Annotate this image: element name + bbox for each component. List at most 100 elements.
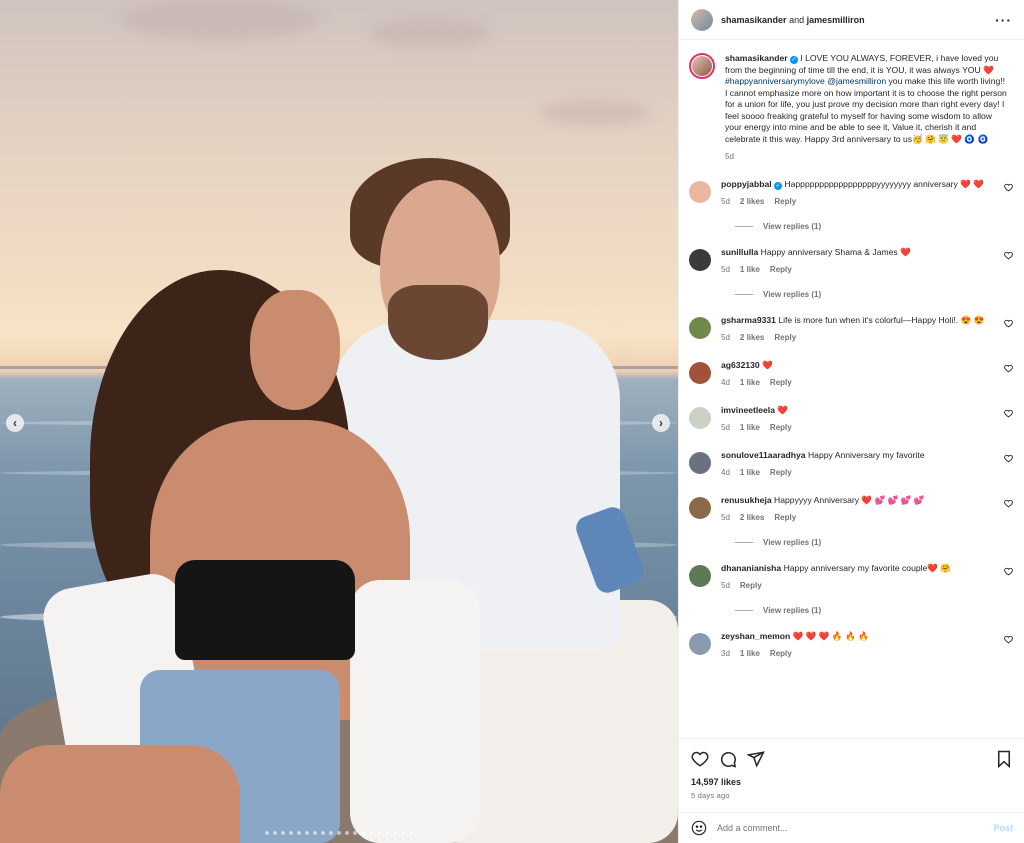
like-comment-heart-icon[interactable] bbox=[1004, 454, 1013, 463]
reply-button[interactable]: Reply bbox=[774, 512, 796, 524]
carousel-dot bbox=[345, 831, 349, 835]
woman-leg bbox=[0, 745, 240, 843]
comment-time: 5d bbox=[721, 513, 730, 522]
comment: sunillulla Happy anniversary Shama & Jam… bbox=[689, 247, 1013, 276]
commenter-avatar[interactable] bbox=[689, 361, 711, 384]
caption-time: 5d bbox=[725, 152, 734, 161]
reply-button[interactable]: Reply bbox=[770, 264, 792, 276]
like-comment-heart-icon[interactable] bbox=[1004, 567, 1013, 576]
like-comment-heart-icon[interactable] bbox=[1004, 364, 1013, 373]
comment-username[interactable]: sonulove11aaradhya bbox=[721, 450, 806, 460]
commenter-avatar[interactable] bbox=[689, 406, 711, 429]
coauthor-link[interactable]: jamesmilliron bbox=[807, 15, 865, 25]
commenter-avatar[interactable] bbox=[689, 496, 711, 519]
commenter-avatar[interactable] bbox=[689, 451, 711, 474]
replies-divider bbox=[735, 293, 753, 295]
like-comment-heart-icon[interactable] bbox=[1004, 319, 1013, 328]
comment-likes[interactable]: 1 like bbox=[740, 377, 760, 389]
verified-badge-icon: ✓ bbox=[774, 181, 783, 190]
comment-input[interactable] bbox=[717, 823, 994, 833]
like-comment-heart-icon[interactable] bbox=[1004, 409, 1013, 418]
commenter-avatar[interactable] bbox=[689, 180, 711, 203]
commenter-avatar[interactable] bbox=[689, 316, 711, 339]
carousel-dot bbox=[353, 831, 357, 835]
comment-likes[interactable]: 1 like bbox=[740, 422, 760, 434]
like-count[interactable]: 14,597 likes bbox=[691, 777, 1013, 787]
comment-username[interactable]: dhananianisha bbox=[721, 563, 781, 573]
carousel-dot bbox=[297, 831, 301, 835]
like-comment-heart-icon[interactable] bbox=[1004, 251, 1013, 260]
reply-button[interactable]: Reply bbox=[740, 580, 762, 592]
comment-username[interactable]: ag632130 bbox=[721, 360, 760, 370]
caption-author-avatar[interactable] bbox=[689, 53, 715, 79]
commenter-avatar[interactable] bbox=[689, 564, 711, 587]
comment-text: Happy Anniversary my favorite bbox=[807, 449, 925, 460]
next-image-button[interactable]: › bbox=[652, 414, 670, 432]
caption-hashtag[interactable]: #happyanniversarymylove bbox=[725, 76, 825, 86]
comment-username[interactable]: poppyjabbal bbox=[721, 179, 772, 189]
carousel-dot bbox=[265, 831, 269, 835]
heart-icon[interactable] bbox=[691, 750, 709, 768]
bookmark-icon[interactable] bbox=[995, 750, 1013, 768]
man-beard bbox=[388, 285, 488, 360]
carousel-dot bbox=[305, 831, 309, 835]
carousel-dot bbox=[361, 831, 365, 835]
post-photo[interactable]: ‹ › bbox=[0, 0, 678, 843]
comment-username[interactable]: zeyshan_memon bbox=[721, 631, 790, 641]
comment-text: Happyyyy Anniversary ❤️ 💕 💕 💕 💕 bbox=[774, 494, 925, 505]
reply-button[interactable]: Reply bbox=[770, 648, 792, 660]
author-link[interactable]: shamasikander bbox=[721, 15, 787, 25]
chevron-right-icon: › bbox=[659, 416, 663, 430]
view-replies-label: View replies (1) bbox=[763, 221, 822, 231]
comments-list[interactable]: shamasikander ✓ I LOVE YOU ALWAYS, FOREV… bbox=[679, 41, 1024, 737]
comment-username[interactable]: renusukheja bbox=[721, 495, 772, 505]
sky-cloud bbox=[120, 0, 320, 40]
reply-button[interactable]: Reply bbox=[770, 377, 792, 389]
comment-likes[interactable]: 1 like bbox=[740, 264, 760, 276]
comment-username[interactable]: gsharma9331 bbox=[721, 315, 776, 325]
more-options-button[interactable]: ··· bbox=[995, 13, 1012, 27]
comment-likes[interactable]: 1 like bbox=[740, 467, 760, 479]
comment: poppyjabbal ✓ Happpppppppppppppppyyyyyyy… bbox=[689, 179, 1013, 208]
comment-likes[interactable]: 2 likes bbox=[740, 196, 764, 208]
reply-button[interactable]: Reply bbox=[770, 422, 792, 434]
comment: imvineetleela ❤️ 5d 1 like Reply bbox=[689, 405, 1013, 434]
like-comment-heart-icon[interactable] bbox=[1004, 499, 1013, 508]
view-replies-label: View replies (1) bbox=[763, 289, 822, 299]
comment-entries: poppyjabbal ✓ Happpppppppppppppppyyyyyyy… bbox=[689, 179, 1013, 660]
post-header: shamasikander and jamesmilliron ··· bbox=[679, 0, 1024, 40]
view-replies-button[interactable]: View replies (1) bbox=[735, 222, 1013, 231]
caption-mention[interactable]: @jamesmilliron bbox=[827, 76, 886, 86]
reply-button[interactable]: Reply bbox=[770, 467, 792, 479]
commenter-avatar[interactable] bbox=[689, 632, 711, 655]
comment-likes[interactable]: 2 likes bbox=[740, 332, 764, 344]
sky-cloud bbox=[540, 100, 650, 126]
comment-text: Happy anniversary my favorite couple❤️ 🤗 bbox=[783, 562, 952, 573]
comment-time: 4d bbox=[721, 468, 730, 477]
view-replies-button[interactable]: View replies (1) bbox=[735, 290, 1013, 299]
view-replies-button[interactable]: View replies (1) bbox=[735, 606, 1013, 615]
comment: zeyshan_memon ❤️ ❤️ ❤️ 🔥 🔥 🔥 3d 1 like Repl… bbox=[689, 631, 1013, 660]
like-comment-heart-icon[interactable] bbox=[1004, 635, 1013, 644]
share-icon[interactable] bbox=[747, 750, 765, 768]
comment-likes[interactable]: 2 likes bbox=[740, 512, 764, 524]
comment-username[interactable]: sunillulla bbox=[721, 247, 758, 257]
like-comment-heart-icon[interactable] bbox=[1004, 183, 1013, 192]
emoji-icon[interactable] bbox=[691, 820, 707, 836]
commenter-avatar[interactable] bbox=[689, 248, 711, 271]
reply-button[interactable]: Reply bbox=[774, 196, 796, 208]
view-replies-button[interactable]: View replies (1) bbox=[735, 538, 1013, 547]
carousel-dot bbox=[329, 831, 333, 835]
reply-button[interactable]: Reply bbox=[774, 332, 796, 344]
comment-icon[interactable] bbox=[719, 750, 737, 768]
caption-username[interactable]: shamasikander bbox=[725, 53, 788, 63]
woman-top bbox=[175, 560, 355, 660]
comment-likes[interactable]: 1 like bbox=[740, 648, 760, 660]
replies-divider bbox=[735, 609, 753, 611]
post-comment-button[interactable]: Post bbox=[993, 823, 1013, 833]
comment-username[interactable]: imvineetleela bbox=[721, 405, 775, 415]
prev-image-button[interactable]: ‹ bbox=[6, 414, 24, 432]
author-avatar[interactable] bbox=[691, 8, 713, 31]
carousel-dot bbox=[409, 831, 413, 835]
comment-text: Happy anniversary Shama & James ❤️ bbox=[760, 246, 911, 257]
